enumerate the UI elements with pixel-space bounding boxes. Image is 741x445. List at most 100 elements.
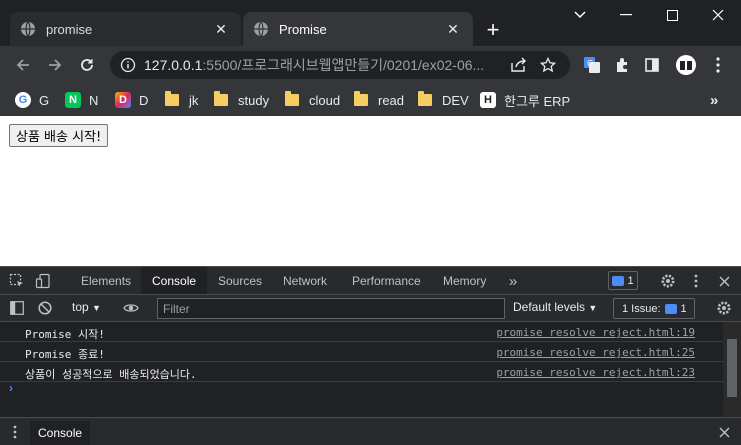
bookmark-jk[interactable]: jk (165, 90, 198, 110)
info-icon[interactable] (120, 57, 136, 73)
drawer-menu-icon[interactable] (5, 422, 25, 442)
bookmark-label: read (378, 92, 405, 108)
bookmark-read[interactable]: read (354, 90, 404, 110)
globe-icon (21, 21, 35, 37)
bookmark-g[interactable]: G G (15, 90, 49, 110)
sidebar-toggle-icon[interactable] (7, 298, 27, 318)
tab-sources[interactable]: Sources (207, 267, 273, 294)
log-source-link[interactable]: promise resolve reject.html:19 (496, 326, 695, 339)
bookmark-label: N (89, 92, 99, 108)
more-tabs-icon[interactable]: » (503, 271, 523, 291)
bookmark-study[interactable]: study (214, 90, 269, 110)
menu-icon[interactable] (708, 55, 728, 75)
back-button[interactable] (9, 51, 37, 79)
reload-button[interactable] (73, 51, 101, 79)
side-panel-icon[interactable] (642, 55, 662, 75)
extensions-icon[interactable] (612, 55, 632, 75)
dropdown-arrow-icon: ▼ (92, 303, 101, 313)
console-toolbar: top ▼ Filter Default levels ▼ 1 Issue: 1 (0, 295, 741, 322)
tab-search-button[interactable] (557, 0, 603, 30)
tab-promise[interactable]: promise ✕ (10, 12, 241, 46)
maximize-button[interactable] (649, 0, 695, 30)
folder-icon (418, 91, 432, 106)
issues-button[interactable]: 1 Issue: 1 (613, 298, 695, 319)
context-selector[interactable]: top ▼ (72, 300, 101, 314)
devtools-menu-button[interactable] (686, 271, 706, 291)
translate-icon[interactable]: G (582, 55, 602, 75)
dropdown-arrow-icon: ▼ (588, 303, 598, 313)
console-settings-button[interactable] (714, 298, 734, 318)
settings-button[interactable] (658, 271, 678, 291)
google-icon: G (15, 92, 31, 108)
minimize-button[interactable] (603, 0, 649, 30)
bookmark-dev[interactable]: DEV (418, 90, 469, 110)
tab-title: promise (46, 21, 93, 37)
bookmark-label: G (39, 92, 50, 108)
issues-label: 1 Issue: (622, 302, 661, 315)
message-icon (612, 275, 625, 286)
d-icon: D (115, 92, 131, 108)
bookmark-label: D (139, 92, 149, 108)
messages-badge[interactable]: 1 (608, 271, 638, 290)
live-expression-icon[interactable] (121, 298, 141, 318)
devtools-drawer: Console (0, 417, 741, 445)
close-icon (719, 427, 729, 437)
devtools-tabs: Elements Console Sources Network Perform… (0, 267, 741, 295)
tab-console[interactable]: Console (141, 267, 208, 294)
reload-icon (81, 59, 93, 71)
bookmark-label: jk (189, 92, 199, 108)
tab-title: Promise (279, 21, 327, 37)
eye-icon (123, 304, 139, 312)
close-icon (719, 276, 729, 286)
tab-network[interactable]: Network (272, 267, 338, 294)
log-message: 상품이 성공적으로 배송되었습니다. (25, 368, 197, 381)
bookmark-label: 한그루 ERP (504, 93, 571, 109)
start-delivery-button[interactable]: 상품 배송 시작! (9, 124, 109, 147)
more-bookmarks-button[interactable]: » (710, 90, 718, 110)
gear-icon (717, 301, 731, 315)
levels-label: Default levels (513, 300, 586, 314)
share-icon[interactable] (510, 57, 528, 73)
tab-elements[interactable]: Elements (70, 267, 142, 294)
log-source-link[interactable]: promise resolve reject.html:25 (496, 346, 695, 359)
console-output: Promise 시작! promise resolve reject.html:… (0, 322, 723, 417)
tab-performance[interactable]: Performance (341, 267, 432, 294)
tab-promise-active[interactable]: Promise ✕ (243, 12, 473, 46)
bookmark-cloud[interactable]: cloud (285, 90, 340, 110)
drawer-tab-console[interactable]: Console (30, 421, 91, 445)
forward-button[interactable] (41, 51, 69, 79)
devtools-panel: Elements Console Sources Network Perform… (0, 266, 741, 445)
issues-count: 1 (680, 302, 687, 315)
naver-icon: N (65, 92, 81, 108)
console-row: 상품이 성공적으로 배송되었습니다. promise resolve rejec… (0, 362, 723, 382)
log-source-link[interactable]: promise resolve reject.html:23 (496, 366, 695, 379)
console-prompt[interactable]: › (9, 381, 13, 395)
star-icon[interactable] (540, 57, 556, 73)
close-icon[interactable]: ✕ (443, 19, 463, 39)
close-drawer-button[interactable] (714, 422, 734, 442)
profile-avatar[interactable] (674, 53, 698, 77)
gear-icon (661, 274, 675, 288)
minimize-icon (620, 14, 632, 16)
bookmark-n[interactable]: N N (65, 90, 98, 110)
device-toolbar-icon[interactable] (33, 271, 53, 291)
bookmark-d[interactable]: D D (115, 90, 148, 110)
window-close-button[interactable] (695, 0, 741, 30)
bookmark-erp[interactable]: H 한그루 ERP (480, 90, 570, 110)
close-icon[interactable]: ✕ (211, 19, 231, 39)
tab-memory[interactable]: Memory (432, 267, 497, 294)
folder-icon (214, 91, 228, 106)
log-levels-dropdown[interactable]: Default levels ▼ (513, 300, 597, 314)
filter-input[interactable]: Filter (157, 298, 505, 319)
close-devtools-button[interactable] (714, 271, 734, 291)
console-scrollbar[interactable] (723, 322, 741, 417)
bookmark-label: DEV (442, 92, 469, 108)
address-bar[interactable]: 127.0.0.1:5500/프로그래시브웹앱만들기/0201/ex02-06.… (110, 51, 570, 79)
url-path: :5500/프로그래시브웹앱만들기/0201/ex02-06... (202, 57, 485, 73)
scrollbar-thumb[interactable] (727, 339, 737, 397)
bookmarks-bar: G G N N D D jk study cloud read DEV H 한그… (0, 84, 741, 116)
inspect-icon[interactable] (7, 271, 27, 291)
console-row: Promise 종료! promise resolve reject.html:… (0, 342, 723, 362)
new-tab-button[interactable]: + (480, 17, 506, 43)
clear-console-icon[interactable] (35, 298, 55, 318)
